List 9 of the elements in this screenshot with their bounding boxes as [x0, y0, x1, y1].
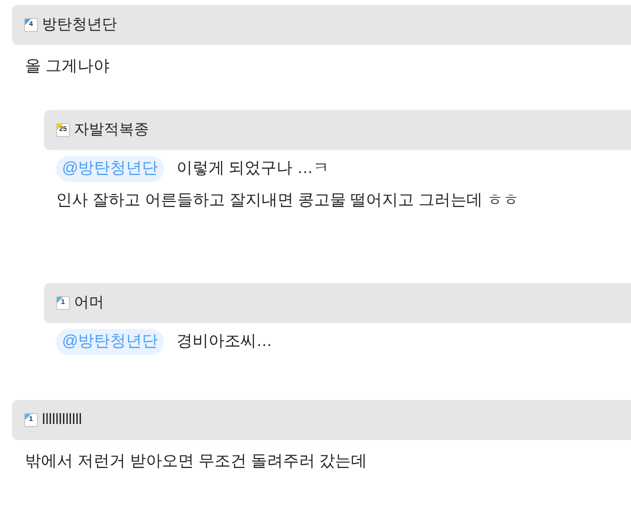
username[interactable]: 방탄청년단: [42, 14, 117, 36]
comment-text: 경비아조씨…: [176, 332, 272, 352]
comment-text: 인사 잘하고 어른들하고 잘지내면 콩고물 떨어지고 그러는데 ㅎㅎ: [56, 191, 520, 211]
username[interactable]: 자발적복종: [74, 118, 149, 142]
username[interactable]: llllllllllll: [42, 408, 82, 432]
comment-text: 이렇게 되었구나 …ㅋ: [176, 159, 330, 179]
username[interactable]: 어머: [74, 292, 104, 314]
comment-text: 올 그게나야: [25, 57, 110, 77]
comment-text: 밖에서 저런거 받아오면 무조건 돌려주러 갔는데: [25, 452, 368, 472]
